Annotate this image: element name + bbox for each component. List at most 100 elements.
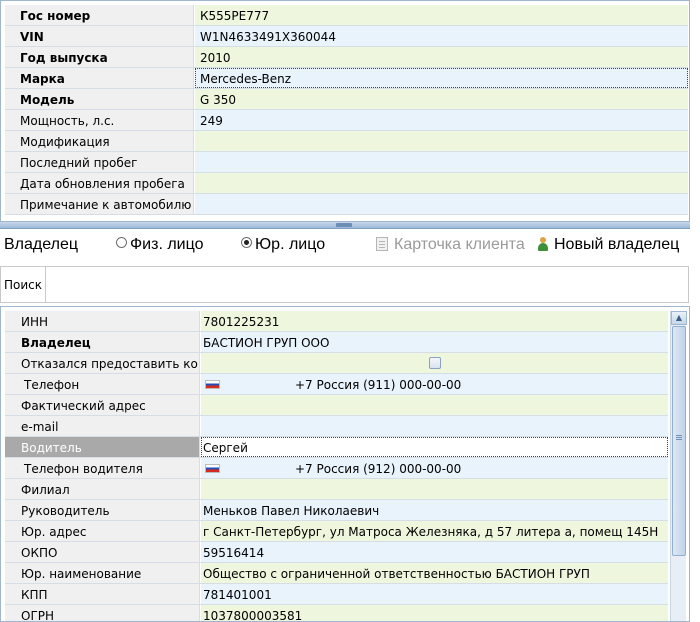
vehicle-properties-grid: Гос номер К555РЕ777 VIN W1N4633491X360044 Го… — [5, 5, 688, 215]
vehicle-row-value[interactable]: G 350 — [195, 89, 688, 109]
legal-name-value[interactable]: Общество с ограниченной ответственностью… — [201, 563, 668, 583]
address-label: Фактический адрес — [5, 395, 200, 415]
radio-legal[interactable]: Юр. лицо — [241, 236, 325, 254]
owner-toolbar: Владелец Физ. лицо Юр. лицо Карточка кли… — [0, 231, 690, 261]
vehicle-row-value[interactable] — [195, 131, 688, 151]
refused-value[interactable] — [201, 353, 668, 373]
inn-label: ИНН — [5, 311, 200, 331]
vehicle-row[interactable]: Год выпуска 2010 — [5, 47, 688, 68]
driver-phone-label: Телефон водителя — [5, 458, 200, 478]
legal-address-value[interactable]: г Санкт-Петербург, ул Матроса Железняка,… — [201, 521, 668, 541]
client-row-ogrn[interactable]: ОГРН 1037800003581 — [5, 605, 668, 621]
client-row-inn[interactable]: ИНН 7801225231 — [5, 311, 668, 332]
vehicle-row-value[interactable] — [195, 173, 688, 193]
client-row-refused[interactable]: Отказался предоставить ко... — [5, 353, 668, 374]
vehicle-row[interactable]: Примечание к автомобилю — [5, 194, 688, 215]
vehicle-row[interactable]: VIN W1N4633491X360044 — [5, 26, 688, 47]
radio-legal-label: Юр. лицо — [255, 236, 326, 253]
client-row-phone[interactable]: Телефон +7 Россия (911) 000-00-00 — [5, 374, 668, 395]
okpo-value[interactable]: 59516414 — [201, 542, 668, 562]
search-row: Поиск — [0, 266, 689, 303]
email-value[interactable] — [201, 416, 668, 436]
vehicle-properties-panel: Гос номер К555РЕ777 VIN W1N4633491X360044 Го… — [0, 0, 690, 222]
panel-splitter[interactable] — [0, 222, 690, 229]
vehicle-row[interactable]: Гос номер К555РЕ777 — [5, 5, 688, 26]
phone-number[interactable]: +7 Россия (911) 000-00-00 — [295, 378, 461, 392]
scroll-thumb[interactable] — [672, 326, 686, 556]
vehicle-row-label: Год выпуска — [5, 47, 194, 67]
vehicle-row-label: VIN — [5, 26, 194, 46]
owner-title: Владелец — [4, 236, 79, 253]
radio-individual-icon[interactable] — [116, 237, 127, 248]
phone-label: Телефон — [5, 374, 200, 394]
okpo-label: ОКПО — [5, 542, 200, 562]
kpp-label: КПП — [5, 584, 200, 604]
driver-phone-number[interactable]: +7 Россия (912) 000-00-00 — [295, 462, 461, 476]
client-row-driver-phone[interactable]: Телефон водителя +7 Россия (912) 000-00-… — [5, 458, 668, 479]
vehicle-row[interactable]: Модификация — [5, 131, 688, 152]
inn-value[interactable]: 7801225231 — [201, 311, 668, 331]
vehicle-row[interactable]: Дата обновления пробега — [5, 173, 688, 194]
client-row-legal-address[interactable]: Юр. адрес г Санкт-Петербург, ул Матроса … — [5, 521, 668, 542]
client-card-label: Карточка клиента — [394, 236, 525, 253]
address-value[interactable] — [201, 395, 668, 415]
search-label: Поиск — [4, 278, 43, 292]
russia-flag-icon[interactable] — [205, 380, 220, 389]
branch-value[interactable] — [201, 479, 668, 499]
vehicle-row-label: Модель — [5, 89, 194, 109]
driver-phone-value[interactable]: +7 Россия (912) 000-00-00 — [201, 458, 668, 478]
vehicle-row-label: Последний пробег — [5, 152, 194, 172]
client-row-okpo[interactable]: ОКПО 59516414 — [5, 542, 668, 563]
client-properties-grid: ИНН 7801225231 Владелец БАСТИОН ГРУП ООО… — [5, 311, 668, 621]
scroll-up-arrow-icon[interactable]: ▲ — [671, 311, 687, 325]
client-card-button[interactable]: Карточка клиента — [376, 236, 525, 254]
vehicle-row-label: Мощность, л.с. — [5, 110, 194, 130]
owner-value[interactable]: БАСТИОН ГРУП ООО — [201, 332, 668, 352]
client-row-owner[interactable]: Владелец БАСТИОН ГРУП ООО — [5, 332, 668, 353]
ogrn-label: ОГРН — [5, 605, 200, 621]
client-row-branch[interactable]: Филиал — [5, 479, 668, 500]
driver-label: Водитель — [5, 437, 200, 457]
russia-flag-icon[interactable] — [205, 464, 220, 473]
new-owner-button[interactable]: Новый владелец — [537, 236, 679, 254]
vehicle-row-value[interactable] — [195, 194, 688, 214]
legal-name-label: Юр. наименование — [5, 563, 200, 583]
vehicle-row-label: Гос номер — [5, 5, 194, 25]
vehicle-row[interactable]: Последний пробег — [5, 152, 688, 173]
client-row-director[interactable]: Руководитель Меньков Павел Николаевич — [5, 500, 668, 521]
vehicle-row-value[interactable] — [195, 152, 688, 172]
ogrn-value[interactable]: 1037800003581 — [201, 605, 668, 621]
vehicle-row-value[interactable]: Mercedes-Benz — [195, 68, 688, 88]
vehicle-row-value[interactable]: 249 — [195, 110, 688, 130]
new-owner-icon — [537, 237, 549, 251]
refused-label: Отказался предоставить ко... — [5, 353, 200, 373]
client-row-driver[interactable]: Водитель Сергей — [5, 437, 668, 458]
email-label: e-mail — [5, 416, 200, 436]
search-input[interactable] — [45, 266, 689, 303]
vehicle-row[interactable]: Марка Mercedes-Benz — [5, 68, 688, 89]
splitter-grip-icon[interactable] — [336, 223, 352, 227]
scroll-grip-icon — [676, 435, 682, 436]
refused-checkbox[interactable] — [429, 357, 441, 369]
driver-value[interactable]: Сергей — [201, 437, 668, 457]
kpp-value[interactable]: 781401001 — [201, 584, 668, 604]
vehicle-row-label: Примечание к автомобилю — [5, 194, 194, 214]
legal-address-label: Юр. адрес — [5, 521, 200, 541]
client-row-kpp[interactable]: КПП 781401001 — [5, 584, 668, 605]
vehicle-row-label: Модификация — [5, 131, 194, 151]
vehicle-row-value[interactable]: 2010 — [195, 47, 688, 67]
vehicle-row-value[interactable]: W1N4633491X360044 — [195, 26, 688, 46]
client-row-address[interactable]: Фактический адрес — [5, 395, 668, 416]
director-label: Руководитель — [5, 500, 200, 520]
vehicle-row[interactable]: Мощность, л.с. 249 — [5, 110, 688, 131]
radio-legal-icon[interactable] — [241, 237, 252, 248]
client-vertical-scrollbar[interactable]: ▲ — [670, 311, 687, 621]
director-value[interactable]: Меньков Павел Николаевич — [201, 500, 668, 520]
radio-individual[interactable]: Физ. лицо — [116, 236, 203, 254]
phone-value[interactable]: +7 Россия (911) 000-00-00 — [201, 374, 668, 394]
vehicle-row-value[interactable]: К555РЕ777 — [195, 5, 688, 25]
client-row-legal-name[interactable]: Юр. наименование Общество с ограниченной… — [5, 563, 668, 584]
branch-label: Филиал — [5, 479, 200, 499]
client-row-email[interactable]: e-mail — [5, 416, 668, 437]
vehicle-row[interactable]: Модель G 350 — [5, 89, 688, 110]
